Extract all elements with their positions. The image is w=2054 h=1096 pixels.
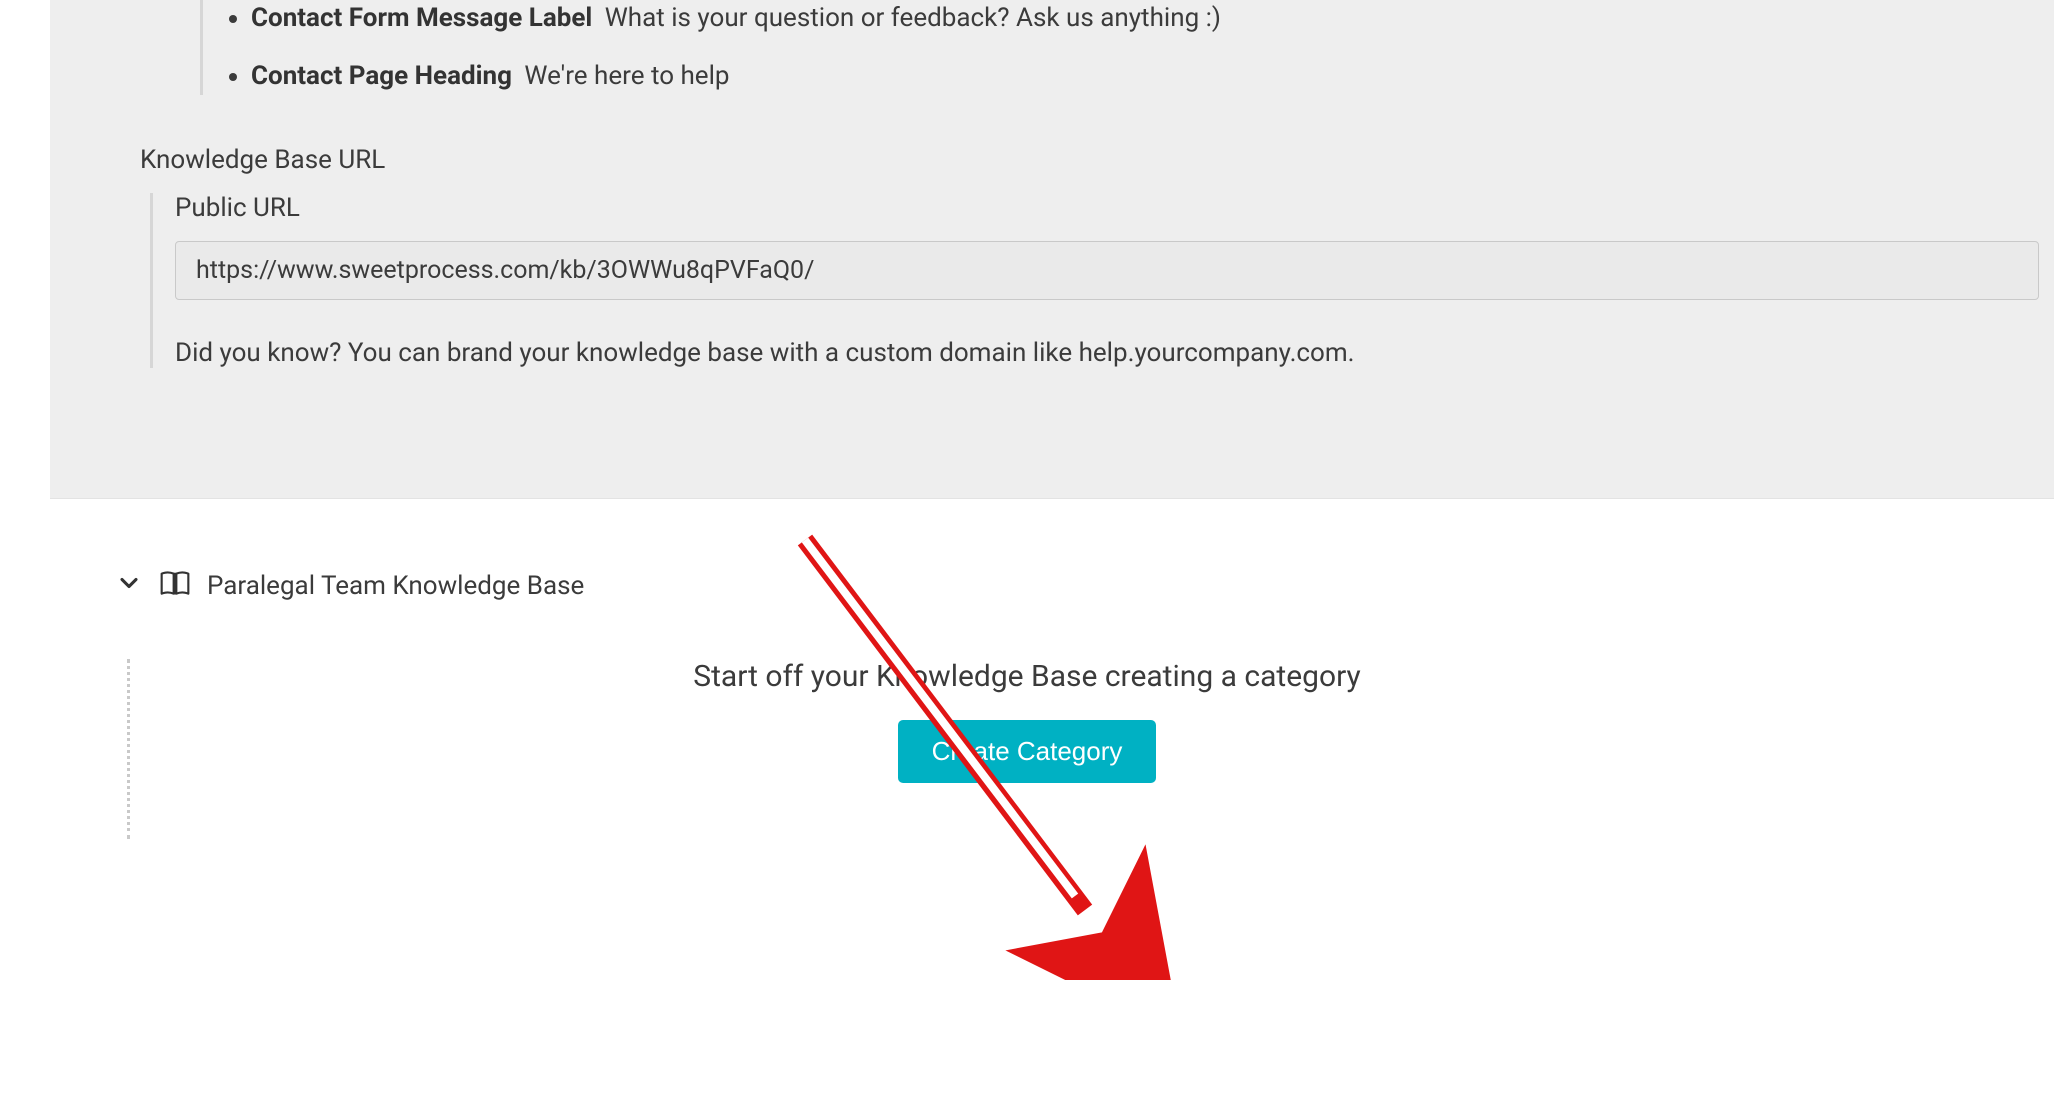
public-url-input[interactable] [175, 241, 2039, 300]
start-section: Start off your Knowledge Base creating a… [0, 659, 2054, 783]
kb-panel: Paralegal Team Knowledge Base Start off … [0, 499, 2054, 783]
setting-label: Contact Page Heading [251, 61, 512, 91]
create-category-button[interactable]: Create Category [898, 720, 1157, 783]
list-item: Contact Form Message Label What is your … [251, 0, 2054, 36]
setting-label: Contact Form Message Label [251, 3, 592, 33]
setting-value: We're here to help [524, 61, 729, 91]
book-icon [159, 569, 191, 604]
url-hint: Did you know? You can brand your knowled… [175, 338, 2039, 368]
list-item: Contact Page Heading We're here to help [251, 58, 2054, 94]
setting-value: What is your question or feedback? Ask u… [605, 3, 1221, 33]
public-url-label: Public URL [175, 193, 2039, 223]
url-block: Public URL Did you know? You can brand y… [150, 193, 2039, 368]
chevron-down-icon[interactable] [115, 569, 143, 604]
settings-panel: Contact Form Message Label What is your … [50, 0, 2054, 499]
settings-bullets: Contact Form Message Label What is your … [200, 0, 2054, 95]
kb-title: Paralegal Team Knowledge Base [207, 571, 584, 601]
kb-title-row[interactable]: Paralegal Team Knowledge Base [115, 569, 2054, 604]
kb-url-heading: Knowledge Base URL [140, 145, 2054, 175]
start-text: Start off your Knowledge Base creating a… [0, 659, 2054, 694]
tree-connector [127, 659, 130, 839]
